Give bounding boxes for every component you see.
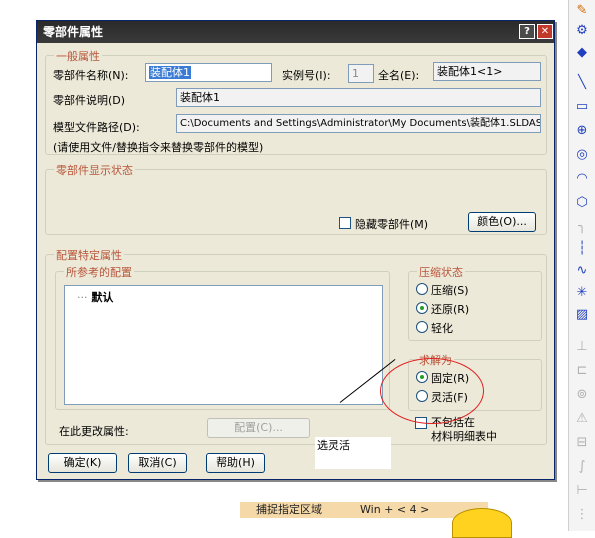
arc-icon[interactable]: ◠ [573,170,591,188]
general-legend: 一般属性 [54,48,102,64]
capture-status-text: 捕捉指定区域 [256,503,322,516]
fullname-field: 装配体1<1> [433,62,541,81]
description-label: 零部件说明(D) [53,94,126,107]
resolve-radio[interactable] [416,302,428,314]
config-button[interactable]: 配置(C)... [207,418,310,438]
capture-status-bar: 捕捉指定区域 Win + < 4 > [240,502,488,518]
component-name-input[interactable]: 装配体1 [145,63,272,82]
help-title-button[interactable]: ? [519,24,535,39]
spline-icon[interactable]: ∿ [573,262,591,280]
fullname-label: 全名(E): [378,69,420,82]
component-name-label: 零部件名称(N): [53,69,129,82]
component-properties-dialog: 零部件属性 ? ✕ 一般属性 零部件名称(N): 装配体1 实例号(I): 1 … [36,20,555,480]
replace-hint: (请使用文件/替换指令来替换零部件的模型) [53,141,264,154]
app-background-top [0,0,595,18]
ref-config-legend: 所参考的配置 [64,264,134,280]
pencil-icon[interactable]: ✎ [573,2,591,20]
settings-icon[interactable]: ⚙ [573,22,591,40]
color-button[interactable]: 颜色(O)... [468,212,536,232]
sketch-toolbar: ✎ ⚙ ◆ ╲ ▭ ⊕ ◎ ◠ ⬡ ╮ ┆ ∿ ✳ ▨ ⊥ ⊏ ⊚ ⚠ ⊟ ∫ … [568,0,595,531]
hatch-icon[interactable]: ▨ [573,306,591,324]
app-background-left [0,0,36,531]
exclude-bom-label-2: 材料明细表中 [431,430,497,443]
suppress-radio[interactable] [416,283,428,295]
highlight-ellipse [380,358,484,424]
instance-field: 1 [348,64,374,83]
circle-icon[interactable]: ⊕ [573,122,591,140]
line-icon[interactable]: ╲ [573,74,591,92]
dialog-title: 零部件属性 [43,25,104,39]
tag-icon[interactable]: ◆ [573,44,591,62]
ok-button[interactable]: 确定(K) [48,453,117,473]
change-properties-label: 在此更改属性: [59,425,129,438]
hide-component-label: 隐藏零部件(M) [355,218,429,231]
list-item[interactable]: ··· 默认 [77,289,113,305]
pattern-icon[interactable]: ⋮ [573,506,591,524]
rectangle-icon[interactable]: ▭ [573,98,591,116]
warning-icon[interactable]: ⚠ [573,410,591,428]
suppression-group: 压缩状态 [408,264,542,341]
config-legend: 配置特定属性 [54,247,124,263]
cancel-button[interactable]: 取消(C) [128,453,187,473]
mascot-image [452,508,512,538]
annotation-note: 选灵活 [315,437,391,469]
resolve-label: 还原(R) [431,303,470,316]
lightweight-label: 轻化 [431,322,453,335]
mirror-icon[interactable]: ⊟ [573,434,591,452]
suppress-label: 压缩(S) [431,284,469,297]
display-legend: 零部件显示状态 [54,162,135,178]
extend-icon[interactable]: ⊢ [573,482,591,500]
offset-icon[interactable]: ⊏ [573,362,591,380]
trim-icon[interactable]: ∫ [573,458,591,476]
suppression-legend: 压缩状态 [417,264,465,280]
dimension-icon[interactable]: ⊥ [573,338,591,356]
fillet-icon[interactable]: ╮ [573,218,591,236]
hide-component-checkbox[interactable] [339,217,351,229]
circle-3pt-icon[interactable]: ◎ [573,146,591,164]
lightweight-radio[interactable] [416,321,428,333]
description-field: 装配体1 [176,88,541,107]
instance-label: 实例号(I): [282,69,331,82]
polygon-icon[interactable]: ⬡ [573,194,591,212]
point-icon[interactable]: ✳ [573,284,591,302]
dialog-titlebar[interactable]: 零部件属性 ? ✕ [37,21,554,43]
dashed-line-icon[interactable]: ┆ [573,240,591,258]
model-path-field: C:\Documents and Settings\Administrator\… [176,114,541,133]
component-name-value: 装配体1 [149,66,191,79]
model-path-label: 模型文件路径(D): [53,121,140,134]
capture-shortcut-text: Win + < 4 > [360,503,430,516]
constraint-icon[interactable]: ⊚ [573,386,591,404]
close-button[interactable]: ✕ [537,24,553,39]
help-button[interactable]: 帮助(H) [206,453,265,473]
config-listbox[interactable]: ··· 默认 [64,285,383,405]
